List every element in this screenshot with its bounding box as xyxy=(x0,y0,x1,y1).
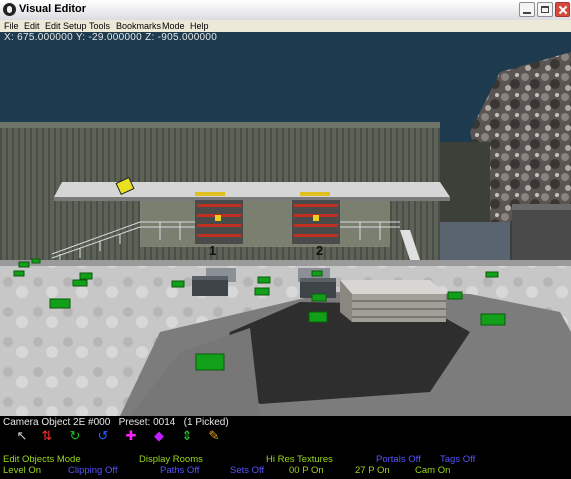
window-title: Visual Editor xyxy=(19,3,87,15)
scene-render xyxy=(0,32,571,416)
menu-tools[interactable]: Tools xyxy=(89,20,110,32)
awning xyxy=(54,182,450,197)
move-cross-icon[interactable]: ✚ xyxy=(124,429,138,443)
flag-display-rooms[interactable]: Display Rooms xyxy=(139,455,203,465)
menu-edit[interactable]: Edit xyxy=(24,20,40,32)
flag-portals[interactable]: Portals Off xyxy=(376,455,421,465)
rotate-blue-icon[interactable]: ↺ xyxy=(96,429,110,443)
flag-clipping[interactable]: Clipping Off xyxy=(68,466,117,476)
flag-hi-res-textures[interactable]: Hi Res Textures xyxy=(266,455,333,465)
flag-paths[interactable]: Paths Off xyxy=(160,466,199,476)
flag-edit-objects-mode[interactable]: Edit Objects Mode xyxy=(3,455,81,465)
app-icon[interactable] xyxy=(3,3,16,16)
maximize-button[interactable] xyxy=(537,2,553,17)
menu-bookmarks[interactable]: Bookmarks xyxy=(116,20,161,32)
flag-27p[interactable]: 27 P On xyxy=(355,466,390,476)
move-updown-icon[interactable]: ⇕ xyxy=(180,429,194,443)
flag-tags[interactable]: Tags Off xyxy=(440,455,475,465)
3d-viewport[interactable]: 1 2 xyxy=(0,32,571,416)
close-button[interactable] xyxy=(555,2,570,17)
door-2 xyxy=(292,200,340,244)
title-bar[interactable]: Visual Editor xyxy=(0,0,571,21)
menu-file[interactable]: File xyxy=(4,20,19,32)
center-platform xyxy=(340,280,446,294)
selection-info: Camera Object 2E #000 Preset: 0014 (1 Pi… xyxy=(3,417,229,428)
scale-icon[interactable]: ◆ xyxy=(152,429,166,443)
pointer-icon[interactable]: ↖ xyxy=(15,429,29,443)
rotate-green-icon[interactable]: ↻ xyxy=(68,429,82,443)
minimize-button[interactable] xyxy=(519,2,535,17)
door-2-label: 2 xyxy=(316,243,324,258)
menu-mode[interactable]: Mode xyxy=(162,20,185,32)
flag-00p[interactable]: 00 P On xyxy=(289,466,324,476)
menu-help[interactable]: Help xyxy=(190,20,209,32)
door-1-label: 1 xyxy=(209,243,217,258)
brush-icon[interactable]: ✎ xyxy=(207,429,221,443)
flag-level[interactable]: Level On xyxy=(3,466,41,476)
door-1 xyxy=(195,200,243,244)
flag-cam[interactable]: Cam On xyxy=(415,466,450,476)
flag-sets[interactable]: Sets Off xyxy=(230,466,264,476)
menu-bar: File Edit Edit Setup Tools Bookmarks Mod… xyxy=(0,20,571,32)
coordinates-readout: X: 675.000000 Y: -29.000000 Z: -905.0000… xyxy=(4,32,218,43)
move-vertical-icon[interactable]: ⇅ xyxy=(40,429,54,443)
menu-edit-setup[interactable]: Edit Setup xyxy=(45,20,87,32)
